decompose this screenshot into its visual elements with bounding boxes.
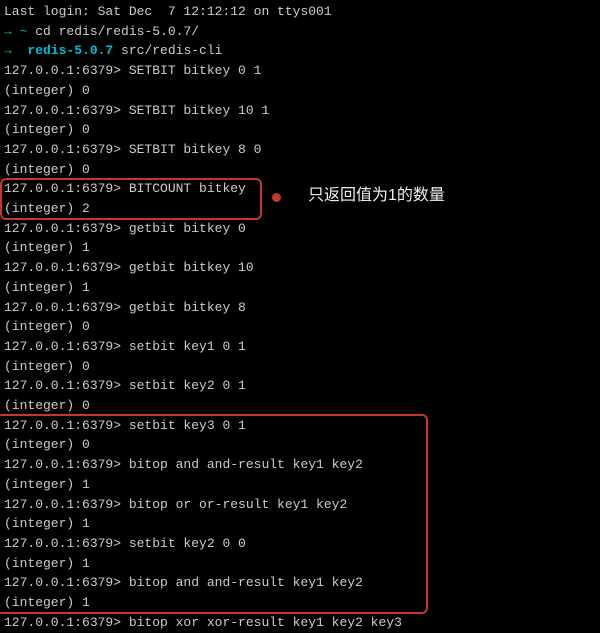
command-text: setbit key2 0 0 bbox=[129, 536, 246, 551]
result-line: (integer) 1 bbox=[4, 593, 596, 613]
command-text: SETBIT bitkey 8 0 bbox=[129, 142, 262, 157]
redis-prompt: 127.0.0.1:6379> bbox=[4, 457, 129, 472]
redis-prompt: 127.0.0.1:6379> bbox=[4, 300, 129, 315]
command-text: setbit key2 0 1 bbox=[129, 378, 246, 393]
command-text: bitop and and-result key1 key2 bbox=[129, 457, 363, 472]
command-text: getbit bitkey 10 bbox=[129, 260, 254, 275]
cd-command: cd redis/redis-5.0.7/ bbox=[27, 24, 199, 39]
cmd-line[interactable]: 127.0.0.1:6379> bitop or or-result key1 … bbox=[4, 495, 596, 515]
result-line: (integer) 1 bbox=[4, 278, 596, 298]
login-line: Last login: Sat Dec 7 12:12:12 on ttys00… bbox=[4, 2, 596, 22]
cmd-line[interactable]: 127.0.0.1:6379> getbit bitkey 8 bbox=[4, 298, 596, 318]
prompt-arrow: → bbox=[4, 24, 20, 39]
redis-prompt: 127.0.0.1:6379> bbox=[4, 536, 129, 551]
cmd-line[interactable]: 127.0.0.1:6379> setbit key2 0 1 bbox=[4, 376, 596, 396]
cmd-line[interactable]: 127.0.0.1:6379> BITCOUNT bitkey bbox=[4, 179, 596, 199]
result-line: (integer) 0 bbox=[4, 81, 596, 101]
cmd-line[interactable]: 127.0.0.1:6379> SETBIT bitkey 8 0 bbox=[4, 140, 596, 160]
redis-prompt: 127.0.0.1:6379> bbox=[4, 142, 129, 157]
cmd-line[interactable]: 127.0.0.1:6379> setbit key3 0 1 bbox=[4, 416, 596, 436]
cmd-line[interactable]: 127.0.0.1:6379> bitop xor xor-result key… bbox=[4, 613, 596, 633]
redis-prompt: 127.0.0.1:6379> bbox=[4, 181, 129, 196]
result-line: (integer) 1 bbox=[4, 475, 596, 495]
command-text: bitop xor xor-result key1 key2 key3 bbox=[129, 615, 402, 630]
redis-prompt: 127.0.0.1:6379> bbox=[4, 575, 129, 590]
result-line: (integer) 0 bbox=[4, 435, 596, 455]
result-line: (integer) 0 bbox=[4, 396, 596, 416]
result-line: (integer) 0 bbox=[4, 120, 596, 140]
command-text: setbit key1 0 1 bbox=[129, 339, 246, 354]
redis-prompt: 127.0.0.1:6379> bbox=[4, 260, 129, 275]
command-text: setbit key3 0 1 bbox=[129, 418, 246, 433]
redis-prompt: 127.0.0.1:6379> bbox=[4, 221, 129, 236]
redis-prompt: 127.0.0.1:6379> bbox=[4, 339, 129, 354]
cli-command: src/redis-cli bbox=[113, 43, 222, 58]
result-line: (integer) 2 bbox=[4, 199, 596, 219]
command-text: BITCOUNT bitkey bbox=[129, 181, 246, 196]
redis-prompt: 127.0.0.1:6379> bbox=[4, 63, 129, 78]
redis-prompt: 127.0.0.1:6379> bbox=[4, 378, 129, 393]
result-line: (integer) 0 bbox=[4, 357, 596, 377]
cmd-line[interactable]: 127.0.0.1:6379> getbit bitkey 0 bbox=[4, 219, 596, 239]
cli-line[interactable]: → redis-5.0.7 src/redis-cli bbox=[4, 41, 596, 61]
result-line: (integer) 1 bbox=[4, 238, 596, 258]
cmd-line[interactable]: 127.0.0.1:6379> SETBIT bitkey 10 1 bbox=[4, 101, 596, 121]
command-text: getbit bitkey 8 bbox=[129, 300, 246, 315]
result-line: (integer) 1 bbox=[4, 554, 596, 574]
prompt-arrow: → bbox=[4, 43, 20, 58]
dir-name: redis-5.0.7 bbox=[20, 43, 114, 58]
redis-prompt: 127.0.0.1:6379> bbox=[4, 615, 129, 630]
command-text: getbit bitkey 0 bbox=[129, 221, 246, 236]
command-text: SETBIT bitkey 10 1 bbox=[129, 103, 269, 118]
cmd-line[interactable]: 127.0.0.1:6379> setbit key1 0 1 bbox=[4, 337, 596, 357]
cmd-line[interactable]: 127.0.0.1:6379> bitop and and-result key… bbox=[4, 455, 596, 475]
cmd-line[interactable]: 127.0.0.1:6379> setbit key2 0 0 bbox=[4, 534, 596, 554]
result-line: (integer) 0 bbox=[4, 160, 596, 180]
command-text: bitop or or-result key1 key2 bbox=[129, 497, 347, 512]
cmd-line[interactable]: 127.0.0.1:6379> SETBIT bitkey 0 1 bbox=[4, 61, 596, 81]
cd-line[interactable]: → ~ cd redis/redis-5.0.7/ bbox=[4, 22, 596, 42]
redis-prompt: 127.0.0.1:6379> bbox=[4, 103, 129, 118]
redis-prompt: 127.0.0.1:6379> bbox=[4, 497, 129, 512]
command-text: SETBIT bitkey 0 1 bbox=[129, 63, 262, 78]
command-text: bitop and and-result key1 key2 bbox=[129, 575, 363, 590]
cmd-line[interactable]: 127.0.0.1:6379> bitop and and-result key… bbox=[4, 573, 596, 593]
cmd-line[interactable]: 127.0.0.1:6379> getbit bitkey 10 bbox=[4, 258, 596, 278]
redis-prompt: 127.0.0.1:6379> bbox=[4, 418, 129, 433]
result-line: (integer) 1 bbox=[4, 514, 596, 534]
result-line: (integer) 0 bbox=[4, 317, 596, 337]
